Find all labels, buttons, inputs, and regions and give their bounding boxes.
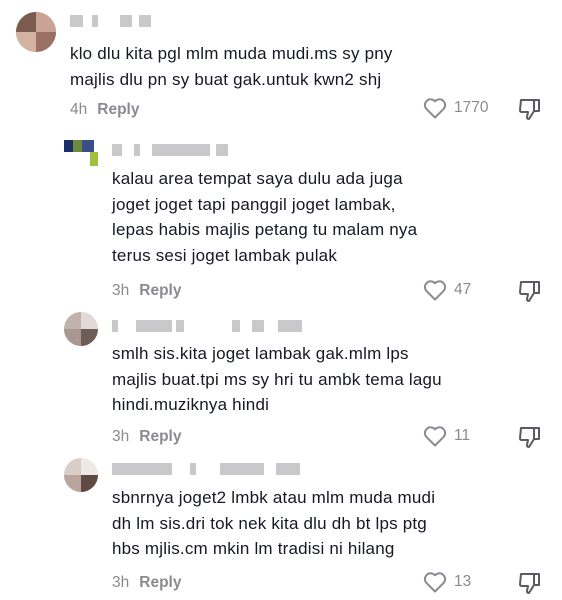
like-count: 47 — [454, 281, 472, 298]
like-button[interactable]: 1770 — [423, 97, 488, 119]
dislike-button[interactable] — [517, 571, 543, 600]
thumbs-down-icon — [519, 573, 540, 594]
dislike-button[interactable] — [517, 279, 543, 308]
comment-meta: 3h Reply — [112, 574, 181, 592]
comment-meta: 3h Reply — [112, 428, 181, 446]
comment-text: smlh sis.kita joget lambak gak.mlm lps m… — [112, 344, 442, 414]
comment-text: kalau area tempat saya dulu ada juga jog… — [112, 169, 418, 265]
reply-button[interactable]: Reply — [139, 282, 181, 299]
heart-outline-icon — [423, 572, 447, 593]
like-count: 13 — [454, 573, 472, 590]
heart-outline-icon — [423, 98, 447, 119]
reply-button[interactable]: Reply — [97, 101, 139, 118]
reply-button[interactable]: Reply — [139, 428, 181, 445]
dislike-button[interactable] — [517, 97, 543, 126]
redacted-username[interactable] — [112, 144, 232, 156]
reply-button[interactable]: Reply — [139, 574, 181, 591]
heart-outline-icon — [423, 426, 447, 447]
avatar[interactable] — [64, 312, 98, 346]
thumbs-down-icon — [519, 99, 540, 120]
comment-time: 3h — [112, 574, 130, 591]
thumbs-down-icon — [519, 281, 540, 302]
dislike-button[interactable] — [517, 425, 543, 454]
avatar[interactable] — [16, 12, 56, 52]
like-count: 1770 — [454, 99, 489, 116]
comment-time: 4h — [70, 101, 88, 118]
like-button[interactable]: 11 — [423, 425, 470, 447]
like-button[interactable]: 13 — [423, 571, 471, 593]
redacted-username[interactable] — [70, 15, 170, 27]
like-count: 11 — [454, 427, 471, 444]
like-button[interactable]: 47 — [423, 279, 471, 301]
comment-meta: 4h Reply — [70, 101, 139, 119]
redacted-username[interactable] — [112, 463, 312, 475]
comment-text: sbnrnya joget2 lmbk atau mlm muda mudi d… — [112, 488, 436, 558]
heart-outline-icon — [423, 280, 447, 301]
comment-time: 3h — [112, 428, 130, 445]
thumbs-down-icon — [519, 427, 540, 448]
comment-time: 3h — [112, 282, 130, 299]
avatar[interactable] — [64, 140, 104, 168]
comment-meta: 3h Reply — [112, 282, 181, 300]
redacted-username[interactable] — [112, 320, 312, 332]
avatar[interactable] — [64, 458, 98, 492]
comment-text: klo dlu kita pgl mlm muda mudi.ms sy pny… — [70, 44, 393, 89]
